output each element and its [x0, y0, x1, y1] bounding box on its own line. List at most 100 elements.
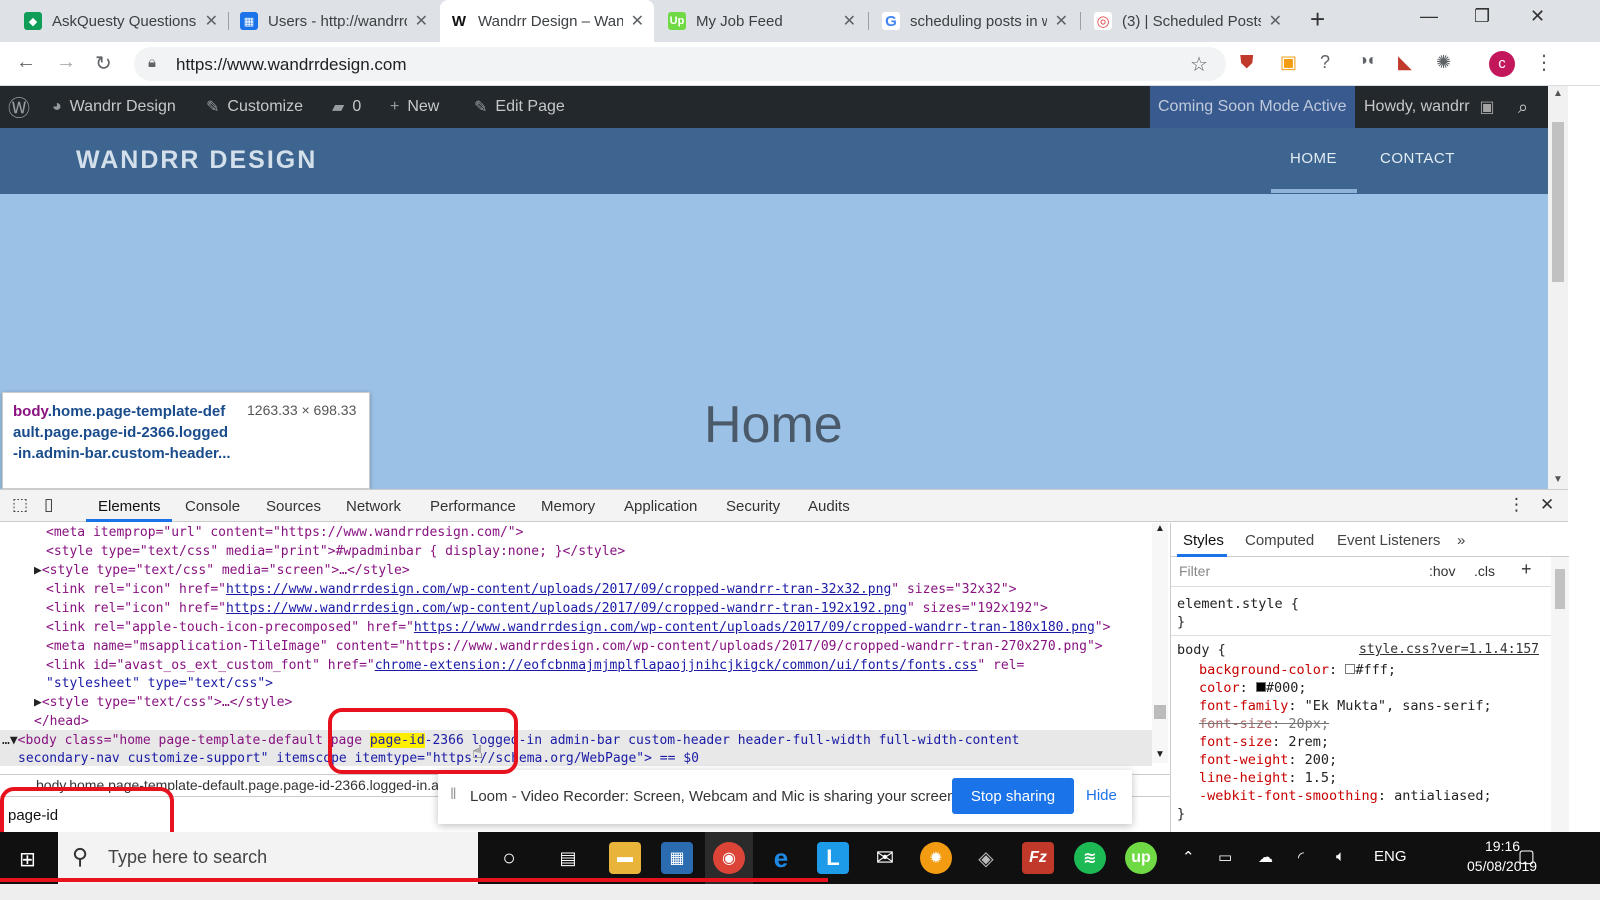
tab-event-listeners[interactable]: Event Listeners: [1337, 532, 1440, 549]
tab-wandrr-design[interactable]: W Wandrr Design – Wandrr ✕: [440, 0, 654, 42]
file-explorer-icon[interactable]: ▬: [609, 842, 641, 874]
tab-security[interactable]: Security: [726, 498, 780, 515]
expand-triangle-icon[interactable]: ▶: [34, 695, 42, 710]
tab-audits[interactable]: Audits: [808, 498, 850, 515]
l-app-icon[interactable]: L: [817, 842, 849, 874]
new-rule-plus-icon[interactable]: +: [1521, 559, 1532, 580]
tray-chevron-icon[interactable]: ⌃: [1182, 848, 1195, 866]
dom-link[interactable]: chrome-extension://eofcbnmajmjmplflapaoj…: [375, 658, 978, 673]
device-toolbar-icon[interactable]: ▯: [44, 495, 53, 515]
dom-node[interactable]: ▶<style type="text/css" media="screen">……: [34, 561, 410, 580]
devtools-close-icon[interactable]: ✕: [1540, 495, 1554, 515]
hide-link[interactable]: Hide: [1086, 787, 1117, 804]
action-center-icon[interactable]: ▢: [1518, 846, 1535, 867]
dom-node[interactable]: <style type="text/css" media="print">#wp…: [46, 542, 625, 561]
loom-extension-icon[interactable]: ✺: [1436, 52, 1451, 73]
scroll-down-icon[interactable]: ▼: [1553, 474, 1563, 485]
tab-memory[interactable]: Memory: [541, 498, 595, 515]
windows-start-button[interactable]: ⊞: [0, 832, 58, 884]
close-tab-icon[interactable]: ✕: [1055, 11, 1068, 31]
tab-application[interactable]: Application: [624, 498, 697, 515]
elements-scrollbar[interactable]: ▲ ▼: [1152, 523, 1168, 763]
dom-node[interactable]: <meta itemprop="url" content="https://ww…: [46, 523, 523, 542]
drag-handle-icon[interactable]: ‖: [450, 786, 457, 804]
onedrive-icon[interactable]: ☁: [1258, 848, 1273, 866]
close-tab-icon[interactable]: ✕: [205, 11, 218, 31]
dom-link[interactable]: https://www.wandrrdesign.com/wp-content/…: [226, 601, 907, 616]
css-declaration[interactable]: color: #000;: [1199, 679, 1307, 697]
dom-node[interactable]: <link id="avast_os_ext_custom_font" href…: [46, 656, 1024, 675]
game-icon[interactable]: ◈: [970, 842, 1002, 874]
clock-time[interactable]: 19:16: [1485, 838, 1520, 854]
dom-node[interactable]: <link rel="icon" href="https://www.wandr…: [46, 599, 1048, 618]
site-logo[interactable]: WANDRR DESIGN: [76, 146, 317, 175]
forward-icon[interactable]: →: [56, 51, 76, 74]
extension-help-icon[interactable]: ?: [1320, 52, 1330, 73]
adminbar-comments[interactable]: ▰ 0: [332, 86, 361, 128]
hov-toggle[interactable]: :hov: [1429, 563, 1455, 579]
close-tab-icon[interactable]: ✕: [1269, 11, 1282, 31]
minimize-icon[interactable]: —: [1420, 6, 1438, 27]
taskbar-search[interactable]: ⚲ Type here to search: [58, 832, 478, 884]
bookmark-star-icon[interactable]: ☆: [1190, 52, 1208, 77]
css-declaration[interactable]: -webkit-font-smoothing: antialiased;: [1199, 787, 1492, 805]
restore-icon[interactable]: ❐: [1474, 6, 1490, 27]
spotify-icon[interactable]: ≋: [1074, 842, 1106, 874]
css-declaration[interactable]: line-height: 1.5;: [1199, 769, 1337, 787]
ublock-icon[interactable]: ⛊: [1240, 52, 1254, 73]
menu-kebab-icon[interactable]: ⋮: [1534, 50, 1554, 75]
tab-scheduled-posts[interactable]: ◎ (3) | Scheduled Posts ✕: [1084, 0, 1292, 42]
styles-filter-input[interactable]: Filter: [1179, 563, 1210, 579]
dom-node[interactable]: <link rel="apple-touch-icon-precomposed"…: [46, 618, 1110, 637]
close-tab-icon[interactable]: ✕: [415, 11, 428, 31]
address-bar[interactable]: 🔒︎ https://www.wandrrdesign.com ☆: [134, 47, 1226, 81]
close-window-icon[interactable]: ✕: [1530, 6, 1545, 27]
shopping-bag-icon[interactable]: ▣: [1280, 52, 1297, 73]
tab-computed[interactable]: Computed: [1245, 532, 1314, 549]
element-style-rule[interactable]: element.style {: [1177, 595, 1299, 613]
styles-scrollbar-thumb[interactable]: [1555, 569, 1565, 609]
adminbar-new[interactable]: + New: [390, 86, 439, 128]
color-swatch[interactable]: [1345, 664, 1356, 674]
dom-node[interactable]: ▶<style type="text/css">…</style>: [34, 693, 292, 712]
close-tab-icon[interactable]: ✕: [843, 11, 856, 31]
node-menu-icon[interactable]: …: [2, 733, 10, 748]
nav-home[interactable]: HOME: [1290, 150, 1337, 167]
wifi-icon[interactable]: ◜: [1298, 848, 1304, 866]
mail-icon[interactable]: ✉: [869, 842, 901, 874]
task-view-icon[interactable]: ▤: [552, 842, 584, 874]
tab-sources[interactable]: Sources: [266, 498, 321, 515]
language-indicator[interactable]: ENG: [1374, 848, 1407, 865]
tab-askquesty[interactable]: ◆ AskQuesty Questions ✕: [14, 0, 228, 42]
tab-google-search[interactable]: G scheduling posts in wordpress ✕: [872, 0, 1078, 42]
css-declaration[interactable]: background-color: #fff;: [1199, 661, 1396, 679]
stop-sharing-button[interactable]: Stop sharing: [952, 778, 1074, 814]
back-icon[interactable]: ←: [16, 51, 36, 74]
scroll-down-icon[interactable]: ▼: [1155, 749, 1165, 760]
scroll-up-icon[interactable]: ▲: [1553, 88, 1563, 99]
upwork-icon[interactable]: up: [1125, 842, 1157, 874]
tab-users[interactable]: ▦ Users - http://wandrrdesign ✕: [230, 0, 438, 42]
page-scrollbar-thumb[interactable]: [1552, 122, 1564, 282]
dom-node[interactable]: <meta name="msapplication-TileImage" con…: [46, 637, 1103, 656]
dom-link[interactable]: https://www.wandrrdesign.com/wp-content/…: [414, 620, 1095, 635]
scroll-up-icon[interactable]: ▲: [1155, 523, 1165, 534]
body-rule-selector[interactable]: body {: [1177, 641, 1226, 659]
adminbar-customize[interactable]: ✎ Customize: [206, 86, 303, 128]
cls-toggle[interactable]: .cls: [1474, 563, 1495, 579]
extension-glasses-icon[interactable]: ◑◐: [1358, 52, 1377, 70]
color-swatch[interactable]: [1255, 682, 1266, 692]
tab-performance[interactable]: Performance: [430, 498, 516, 515]
more-tabs-icon[interactable]: »: [1457, 532, 1465, 549]
nav-contact[interactable]: CONTACT: [1380, 150, 1455, 167]
tab-network[interactable]: Network: [346, 498, 401, 515]
avast-icon[interactable]: ✹: [920, 842, 952, 874]
search-icon[interactable]: ⌕: [1518, 86, 1528, 128]
css-declaration[interactable]: font-weight: 200;: [1199, 751, 1337, 769]
close-tab-icon[interactable]: ✕: [631, 11, 644, 31]
dom-node[interactable]: <link rel="icon" href="https://www.wandr…: [46, 580, 1017, 599]
expand-triangle-icon[interactable]: ▶: [34, 563, 42, 578]
filezilla-icon[interactable]: Fz: [1022, 842, 1054, 874]
adobe-pdf-icon[interactable]: ◣: [1398, 52, 1412, 73]
adminbar-edit-page[interactable]: ✎ Edit Page: [474, 86, 565, 128]
